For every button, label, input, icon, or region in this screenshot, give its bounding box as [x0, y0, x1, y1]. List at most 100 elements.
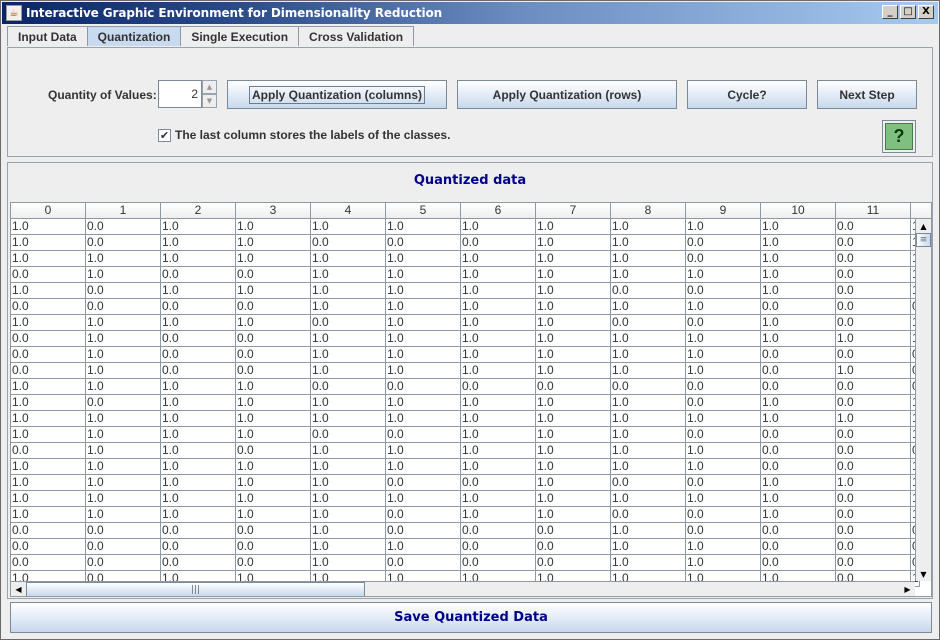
table-cell[interactable]: 1.0 — [611, 395, 686, 411]
table-cell[interactable]: 0.0 — [686, 235, 761, 251]
table-cell[interactable]: 1.0 — [311, 475, 386, 491]
table-cell[interactable]: 1.0 — [311, 459, 386, 475]
next-step-button[interactable]: Next Step — [817, 80, 917, 109]
table-cell[interactable]: 1.0 — [761, 267, 836, 283]
table-cell[interactable]: 1.0 — [461, 411, 536, 427]
table-cell[interactable]: 1.0 — [311, 267, 386, 283]
table-row[interactable]: 1.01.01.01.01.01.01.01.01.01.00.00.01 — [11, 459, 920, 475]
table-cell[interactable]: 1.0 — [11, 491, 86, 507]
table-cell[interactable]: 1.0 — [311, 523, 386, 539]
table-cell[interactable]: 0.0 — [386, 379, 461, 395]
table-cell[interactable]: 0.0 — [311, 379, 386, 395]
table-cell[interactable]: 1.0 — [11, 411, 86, 427]
maximize-button[interactable]: □ — [900, 5, 916, 19]
column-header[interactable]: 1 — [86, 203, 161, 219]
table-cell[interactable]: 1.0 — [11, 219, 86, 235]
table-cell[interactable]: 1.0 — [611, 299, 686, 315]
table-cell[interactable]: 1.0 — [461, 315, 536, 331]
column-header[interactable]: 10 — [761, 203, 836, 219]
table-cell[interactable]: 1.0 — [461, 363, 536, 379]
table-row[interactable]: 1.01.01.01.01.00.01.01.00.00.01.00.01 — [11, 507, 920, 523]
table-cell[interactable]: 1.0 — [686, 331, 761, 347]
table-cell[interactable]: 1.0 — [236, 251, 311, 267]
table-cell[interactable]: 1.0 — [236, 507, 311, 523]
table-cell[interactable]: 1.0 — [536, 507, 611, 523]
table-cell[interactable]: 0.0 — [236, 539, 311, 555]
table-cell[interactable]: 0.0 — [236, 331, 311, 347]
table-cell[interactable]: 1.0 — [161, 443, 236, 459]
column-header[interactable]: 6 — [461, 203, 536, 219]
table-cell[interactable]: 1.0 — [161, 411, 236, 427]
table-cell[interactable]: 1.0 — [86, 315, 161, 331]
table-cell[interactable]: 1.0 — [236, 283, 311, 299]
table-cell[interactable]: 0.0 — [836, 347, 911, 363]
table-cell[interactable]: 0.0 — [11, 267, 86, 283]
table-cell[interactable]: 1.0 — [461, 267, 536, 283]
table-cell[interactable]: 1.0 — [86, 251, 161, 267]
table-cell[interactable]: 0.0 — [11, 523, 86, 539]
table-cell[interactable]: 0.0 — [761, 299, 836, 315]
table-cell[interactable]: 0.0 — [161, 363, 236, 379]
table-cell[interactable]: 1.0 — [386, 443, 461, 459]
table-cell[interactable]: 1.0 — [536, 459, 611, 475]
table-cell[interactable]: 1.0 — [536, 283, 611, 299]
table-cell[interactable]: 1.0 — [86, 363, 161, 379]
table-cell[interactable]: 1.0 — [311, 363, 386, 379]
table-cell[interactable]: 1.0 — [11, 475, 86, 491]
table-cell[interactable]: 1.0 — [611, 523, 686, 539]
table-cell[interactable]: 0.0 — [836, 219, 911, 235]
table-cell[interactable]: 0.0 — [536, 539, 611, 555]
table-cell[interactable]: 0.0 — [761, 443, 836, 459]
table-cell[interactable]: 1.0 — [686, 411, 761, 427]
table-cell[interactable]: 0.0 — [836, 251, 911, 267]
table-cell[interactable]: 1.0 — [761, 411, 836, 427]
table-cell[interactable]: 1.0 — [386, 459, 461, 475]
table-cell[interactable]: 1.0 — [536, 347, 611, 363]
table-cell[interactable]: 0.0 — [11, 299, 86, 315]
table-cell[interactable]: 0.0 — [686, 251, 761, 267]
table-cell[interactable]: 0.0 — [86, 235, 161, 251]
table-cell[interactable]: 0.0 — [236, 299, 311, 315]
table-cell[interactable]: 0.0 — [86, 539, 161, 555]
table-cell[interactable]: 1.0 — [311, 347, 386, 363]
table-cell[interactable]: 0.0 — [836, 315, 911, 331]
table-row[interactable]: 1.00.01.01.01.01.01.01.00.00.01.00.01 — [11, 283, 920, 299]
table-row[interactable]: 0.01.00.00.01.01.01.01.01.01.00.00.00 — [11, 347, 920, 363]
table-cell[interactable]: 1.0 — [611, 347, 686, 363]
table-cell[interactable]: 1.0 — [236, 219, 311, 235]
table-cell[interactable]: 1.0 — [11, 395, 86, 411]
table-cell[interactable]: 0.0 — [386, 507, 461, 523]
table-cell[interactable]: 1.0 — [236, 395, 311, 411]
table-cell[interactable]: 1.0 — [311, 411, 386, 427]
table-cell[interactable]: 0.0 — [161, 331, 236, 347]
table-cell[interactable]: 1.0 — [11, 283, 86, 299]
labels-checkbox-label[interactable]: The last column stores the labels of the… — [175, 128, 450, 142]
table-cell[interactable]: 1.0 — [11, 459, 86, 475]
table-cell[interactable]: 0.0 — [11, 363, 86, 379]
table-cell[interactable]: 1.0 — [236, 459, 311, 475]
spin-up-button[interactable]: ▲ — [202, 80, 217, 94]
table-cell[interactable]: 0.0 — [236, 523, 311, 539]
table-cell[interactable]: 0.0 — [536, 555, 611, 571]
table-cell[interactable]: 1.0 — [86, 411, 161, 427]
save-quantized-data-button[interactable]: Save Quantized Data — [10, 602, 932, 633]
table-cell[interactable]: 0.0 — [386, 427, 461, 443]
column-header-partial[interactable] — [911, 203, 931, 219]
table-cell[interactable]: 1.0 — [86, 379, 161, 395]
table-cell[interactable]: 1.0 — [536, 491, 611, 507]
table-cell[interactable]: 1.0 — [761, 491, 836, 507]
table-cell[interactable]: 1.0 — [161, 283, 236, 299]
table-cell[interactable]: 0.0 — [311, 427, 386, 443]
cycle-button[interactable]: Cycle? — [687, 80, 807, 109]
column-header[interactable]: 8 — [611, 203, 686, 219]
column-header[interactable]: 11 — [836, 203, 911, 219]
table-cell[interactable]: 1.0 — [386, 491, 461, 507]
table-cell[interactable]: 0.0 — [836, 459, 911, 475]
table-cell[interactable]: 1.0 — [11, 315, 86, 331]
table-cell[interactable]: 1.0 — [311, 395, 386, 411]
table-cell[interactable]: 0.0 — [836, 299, 911, 315]
scroll-left-icon[interactable]: ◀ — [11, 582, 26, 596]
table-cell[interactable]: 1.0 — [86, 267, 161, 283]
table-cell[interactable]: 1.0 — [311, 539, 386, 555]
table-cell[interactable]: 1.0 — [836, 475, 911, 491]
